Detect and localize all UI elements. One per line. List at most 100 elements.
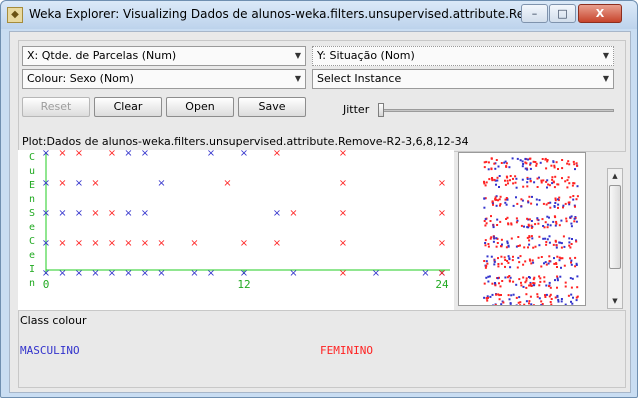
attribute-bar-dot [515,283,518,286]
y-axis-letter: e [29,250,35,261]
attribute-bar-dot [528,243,531,246]
attribute-bar-dot [517,236,520,238]
attribute-bar-dot [526,185,529,188]
attribute-bar-dot [502,301,505,304]
jitter-slider-thumb[interactable] [378,103,384,117]
scroll-up-icon[interactable]: ▲ [608,169,622,183]
attribute-bar-dot [485,260,488,263]
data-point: × [91,178,99,189]
attribute-bar-dot [567,176,570,179]
scatter-plot-area[interactable]: Cu En Se Ce In 0 12 24 × × × × × × × × × × × × × × × × × × × × × × × × ×… [18,148,454,310]
attribute-bar-dot [556,183,559,186]
open-button[interactable]: Open [166,97,234,117]
attribute-bar-dot [521,165,524,168]
data-point: × [273,208,281,219]
attribute-bar-dot [558,256,561,259]
colour-select[interactable]: Colour: Sexo (Nom) ▼ [22,69,306,89]
attribute-bar-row[interactable] [483,157,579,171]
jitter-slider-track[interactable] [378,109,614,112]
attribute-bar-dot [489,295,492,298]
attribute-bar-dot [552,243,555,246]
attribute-bar-dot [560,246,563,249]
attribute-bar-dot [525,279,528,282]
attribute-bars-scrollbar[interactable]: ▲ ▼ [607,168,623,309]
y-axis-letter: C [29,152,35,163]
attribute-bar-dot [545,243,548,246]
attribute-bar-dot [560,266,562,269]
attribute-bar-row[interactable] [483,195,579,209]
select-instance-select[interactable]: Select Instance ▼ [312,69,614,89]
attribute-bar-row[interactable] [483,215,578,229]
attribute-bar-dot [539,161,542,164]
attribute-bar-dot [487,243,490,245]
attribute-bar-dot [485,181,488,184]
attribute-bar-row[interactable] [484,235,578,249]
attribute-bar-dot [496,277,499,280]
attribute-bar-dot [558,259,561,262]
attribute-bar-dot [493,263,496,266]
attribute-bar-dot [495,159,498,161]
attribute-bars-panel[interactable] [458,152,586,306]
attribute-bar-dot [575,162,578,165]
attribute-bar-dot [558,196,561,199]
data-point: × [124,208,132,219]
attribute-bar-row[interactable] [483,255,578,269]
attribute-bar-dot [565,220,568,223]
attribute-bar-dot [568,241,571,244]
legend-feminino[interactable]: FEMININO [320,344,373,357]
x-axis-select[interactable]: X: Qtde. de Parcelas (Num) ▼ [22,46,306,66]
window-title: Weka Explorer: Visualizing Dados de alun… [29,7,548,21]
attribute-bar-dot [493,237,496,240]
attribute-bar-dot [484,218,487,221]
attribute-bar-dot [516,202,519,205]
attribute-bar-dot [517,256,520,259]
attribute-bar-dot [500,255,503,258]
attribute-bar-dot [541,158,544,160]
clear-button[interactable]: Clear [94,97,162,117]
maximize-button[interactable]: □ [549,4,576,23]
attribute-bar-dot [530,220,533,222]
attribute-bar-dot [545,167,548,170]
attribute-bar-dot [519,301,522,304]
attribute-bar-dot [568,182,571,185]
attribute-bar-dot [483,166,486,169]
attribute-bar-dot [569,196,572,199]
attribute-bar-dot [528,195,531,198]
data-point: × [438,268,446,279]
scroll-thumb[interactable] [609,185,621,269]
scatter-plot-svg[interactable]: CuEnSeCeIn 0 12 24× × × × ×× × ×× × × × × ××× × × × × × × × × ×… [18,148,454,310]
attribute-bar-dot [503,256,506,259]
attribute-bar-dot [500,162,503,164]
close-button[interactable]: X [578,4,622,23]
attribute-bar-dot [543,280,546,283]
attribute-bar-dot [498,198,501,201]
reset-button[interactable]: Reset [22,97,90,117]
colour-select-value: Colour: Sexo (Nom) [27,72,134,85]
attribute-bar-dot [483,197,486,200]
attribute-bar-dot [536,217,539,220]
attribute-bar-dot [496,179,499,182]
y-axis-select[interactable]: Y: Situação (Nom) ▼ [312,46,614,66]
attribute-bar-dot [557,203,560,206]
attribute-bar-dot [509,179,511,182]
attribute-bar-dot [487,280,490,283]
attribute-bar-dot [515,196,517,199]
attribute-bar-dot [528,300,531,303]
attribute-bar-row[interactable] [483,293,579,306]
attribute-bar-dot [525,286,528,289]
scroll-down-icon[interactable]: ▼ [608,294,622,308]
minimize-button[interactable]: – [521,4,548,23]
attribute-bar-dot [540,300,543,303]
attribute-bar-dot [490,168,493,171]
attribute-bar-row[interactable] [483,275,579,289]
attribute-bar-dot [499,220,502,223]
attribute-bar-row[interactable] [483,175,579,189]
data-point: × [42,150,50,159]
attribute-bar-dot [538,297,541,300]
attribute-bar-dot [532,284,535,287]
attribute-bar-dot [544,296,547,298]
legend-masculino[interactable]: MASCULINO [20,344,80,357]
save-button[interactable]: Save [238,97,306,117]
data-point: × [58,150,66,159]
attribute-bar-dot [518,278,521,281]
